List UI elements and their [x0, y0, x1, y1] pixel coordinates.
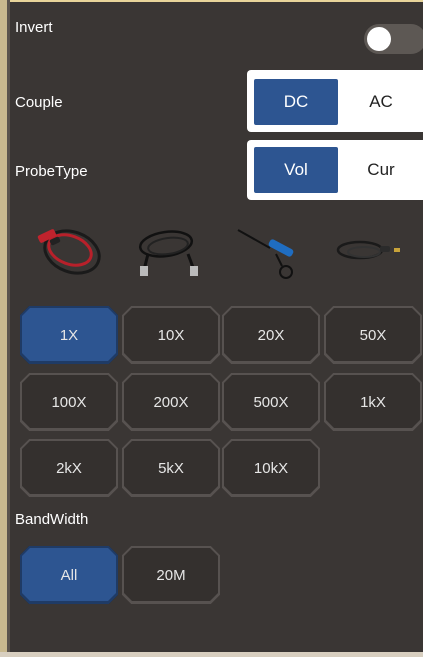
attenuation-1x-button[interactable]: 1X — [20, 306, 118, 364]
probe-type-option-vol[interactable]: Vol — [254, 147, 338, 193]
probe-type-option-cur[interactable]: Cur — [339, 147, 423, 193]
couple-label: Couple — [15, 94, 63, 111]
couple-option-ac[interactable]: AC — [339, 79, 423, 125]
probe-type-selector: Vol Cur — [247, 140, 423, 200]
toggle-knob — [367, 27, 391, 51]
attenuation-label: 50X — [359, 326, 387, 344]
current-clamp-cable-icon[interactable] — [330, 218, 410, 284]
probe-type-label: ProbeType — [15, 163, 88, 180]
attenuation-1kx-button[interactable]: 1kX — [324, 373, 422, 431]
bandwidth-all-button[interactable]: All — [20, 546, 118, 604]
blue-pen-probe-icon[interactable] — [230, 218, 310, 284]
attenuation-label: 1kX — [360, 393, 386, 411]
probe-settings-panel: Invert Couple DC AC ProbeType Vol Cur 1X… — [0, 0, 423, 657]
attenuation-label: 20X — [257, 326, 285, 344]
attenuation-2kx-button[interactable]: 2kX — [20, 439, 118, 497]
attenuation-10kx-button[interactable]: 10kX — [222, 439, 320, 497]
attenuation-5kx-button[interactable]: 5kX — [122, 439, 220, 497]
attenuation-label: 1X — [59, 326, 79, 344]
attenuation-200x-button[interactable]: 200X — [122, 373, 220, 431]
attenuation-label: 200X — [153, 393, 189, 411]
attenuation-500x-button[interactable]: 500X — [222, 373, 320, 431]
attenuation-20x-button[interactable]: 20X — [222, 306, 320, 364]
red-probe-cable-icon[interactable] — [30, 218, 110, 284]
attenuation-50x-button[interactable]: 50X — [324, 306, 422, 364]
couple-selector: DC AC — [247, 70, 423, 132]
attenuation-10x-button[interactable]: 10X — [122, 306, 220, 364]
attenuation-label: 100X — [51, 393, 87, 411]
bandwidth-label: BandWidth — [15, 511, 89, 528]
black-clip-probe-icon[interactable] — [130, 218, 210, 284]
couple-option-dc[interactable]: DC — [254, 79, 338, 125]
left-border — [0, 0, 7, 657]
invert-toggle[interactable] — [364, 24, 423, 54]
bottom-border — [0, 652, 423, 657]
attenuation-label: 10kX — [253, 459, 289, 477]
bandwidth-option-label: All — [60, 566, 78, 584]
attenuation-label: 5kX — [158, 459, 184, 477]
attenuation-label: 500X — [253, 393, 289, 411]
attenuation-label: 2kX — [56, 459, 82, 477]
bandwidth-20m-button[interactable]: 20M — [122, 546, 220, 604]
attenuation-100x-button[interactable]: 100X — [20, 373, 118, 431]
attenuation-label: 10X — [157, 326, 185, 344]
bandwidth-option-label: 20M — [156, 566, 186, 584]
invert-label: Invert — [15, 19, 53, 36]
